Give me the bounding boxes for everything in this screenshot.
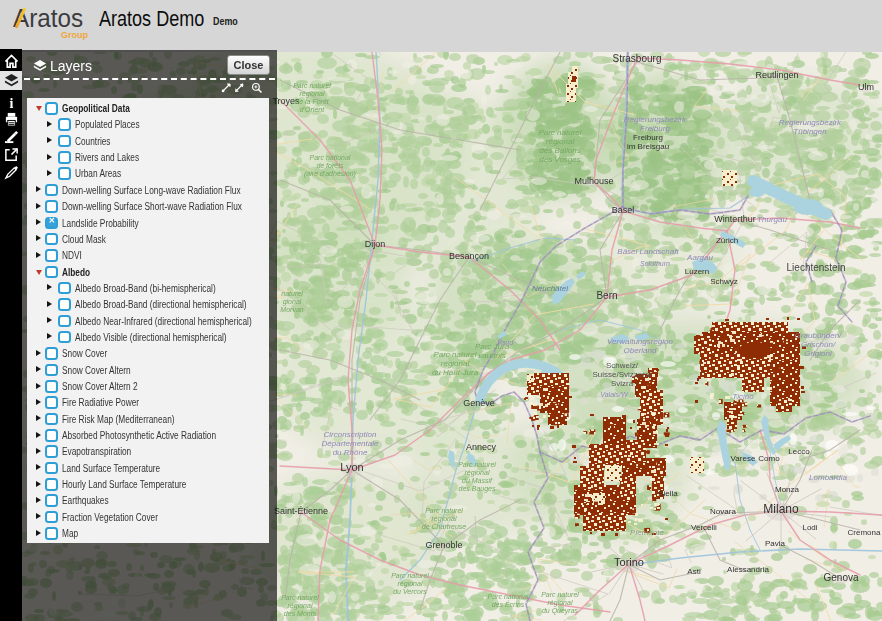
svg-text:Monza: Monza	[775, 485, 800, 494]
svg-text:du Vercors: du Vercors	[393, 588, 427, 595]
svg-text:Vercelli: Vercelli	[691, 523, 717, 532]
svg-text:im Breisgau: im Breisgau	[627, 142, 669, 151]
svg-text:Parc naturel: Parc naturel	[433, 350, 476, 359]
svg-text:Asti: Asti	[687, 567, 701, 576]
svg-text:Parc national: Parc national	[310, 154, 351, 161]
svg-text:Verwaltungsregion: Verwaltungsregion	[607, 337, 674, 346]
svg-text:Grenoble: Grenoble	[425, 540, 462, 550]
svg-text:Pavia: Pavia	[765, 539, 786, 548]
svg-text:Grischùn/: Grischùn/	[801, 340, 836, 349]
svg-text:Piemonte: Piemonte	[630, 528, 664, 537]
svg-text:Départementale: Départementale	[322, 439, 379, 448]
svg-text:Parc naturel: Parc naturel	[458, 461, 496, 468]
svg-text:régional: régional	[548, 599, 573, 607]
svg-text:Parc naturel: Parc naturel	[293, 82, 331, 89]
svg-text:vaudois: vaudois	[478, 351, 506, 360]
svg-text:Schwyz: Schwyz	[710, 277, 738, 286]
svg-text:Grigioni: Grigioni	[804, 349, 832, 358]
svg-text:d'Orient: d'Orient	[300, 106, 325, 113]
svg-text:Mulhouse: Mulhouse	[574, 176, 613, 186]
svg-text:des Ballons: des Ballons	[539, 146, 580, 155]
svg-text:Annecy: Annecy	[466, 442, 497, 452]
svg-text:Biella: Biella	[658, 489, 678, 498]
svg-text:du Queyras: du Queyras	[542, 607, 579, 615]
svg-text:Lombardia: Lombardia	[809, 473, 847, 482]
svg-text:Tübingen: Tübingen	[793, 127, 827, 136]
svg-text:Parc national: Parc national	[488, 593, 529, 600]
svg-text:Freiburg: Freiburg	[640, 124, 670, 133]
svg-text:Lyon: Lyon	[340, 461, 363, 473]
svg-text:Vaud: Vaud	[497, 339, 514, 346]
svg-text:régional: régional	[398, 580, 423, 588]
svg-text:des Écrins: des Écrins	[492, 600, 525, 608]
svg-text:naturel: naturel	[281, 290, 303, 297]
svg-text:régional: régional	[441, 359, 470, 368]
svg-text:Liechtenstein: Liechtenstein	[787, 262, 846, 273]
svg-text:(aire d'adhésion): (aire d'adhésion)	[304, 170, 356, 178]
svg-text:Bern: Bern	[596, 290, 617, 301]
svg-text:Ulm: Ulm	[858, 82, 874, 92]
svg-text:Bâsel Landschaft: Bâsel Landschaft	[617, 247, 679, 256]
svg-text:i: i	[9, 96, 13, 111]
svg-text:Lecco: Lecco	[788, 447, 810, 456]
svg-text:Valais/W: Valais/W	[600, 391, 629, 398]
svg-text:régional: régional	[300, 90, 325, 98]
svg-text:du Massif: du Massif	[462, 477, 493, 484]
svg-text:Ticino: Ticino	[732, 392, 754, 401]
svg-text:Milano: Milano	[763, 502, 799, 516]
svg-text:régional: régional	[288, 602, 313, 610]
svg-text:Como: Como	[758, 454, 780, 463]
svg-text:Regierungsbezirk: Regierungsbezirk	[624, 115, 687, 124]
svg-text:des Vosges: des Vosges	[539, 155, 581, 164]
svg-text:Parc naturel: Parc naturel	[391, 572, 429, 579]
svg-text:Morvan: Morvan	[280, 306, 303, 313]
svg-text:régional: régional	[432, 515, 457, 523]
svg-text:Aargau: Aargau	[686, 253, 713, 262]
svg-text:Oberland: Oberland	[624, 346, 657, 355]
svg-text:Lodi: Lodi	[802, 523, 817, 532]
svg-text:de forêts: de forêts	[316, 162, 344, 169]
svg-text:Freiburg: Freiburg	[633, 133, 663, 142]
svg-text:régional: régional	[546, 137, 575, 146]
svg-text:Parc naturel: Parc naturel	[538, 128, 581, 137]
svg-text:Saint-Étienne: Saint-Étienne	[274, 506, 328, 516]
svg-text:Varese: Varese	[731, 454, 756, 463]
svg-text:Parc naturel: Parc naturel	[281, 594, 319, 601]
svg-text:des Monts: des Monts	[284, 610, 317, 617]
svg-text:Circonscription: Circonscription	[324, 430, 377, 439]
svg-text:Suisse/Svizzera/: Suisse/Svizzera/	[592, 370, 652, 379]
svg-text:gional: gional	[283, 298, 302, 306]
svg-text:Torino: Torino	[614, 556, 644, 568]
svg-text:Besançon: Besançon	[449, 251, 489, 261]
svg-text:Genova: Genova	[823, 572, 858, 583]
svg-text:Winterthur: Winterthur	[714, 214, 756, 224]
svg-text:Regierungsbezirk: Regierungsbezirk	[779, 118, 842, 127]
svg-text:Parc naturel: Parc naturel	[425, 507, 463, 514]
svg-text:Neuchâtel: Neuchâtel	[532, 284, 568, 293]
svg-text:Basel: Basel	[612, 205, 635, 215]
svg-text:Reutlingen: Reutlingen	[755, 70, 798, 80]
svg-text:Strasbourg: Strasbourg	[613, 53, 662, 64]
svg-text:des Bauges: des Bauges	[459, 485, 496, 493]
svg-text:Novara: Novara	[710, 507, 736, 516]
svg-text:Solothurn: Solothurn	[640, 260, 670, 267]
svg-text:Parc naturel: Parc naturel	[541, 591, 579, 598]
svg-text:de Chartreuse: de Chartreuse	[422, 523, 466, 530]
svg-text:Alessandria: Alessandria	[727, 565, 769, 574]
svg-text:de la Forêt: de la Forêt	[295, 98, 330, 105]
svg-text:du Rhône: du Rhône	[333, 448, 368, 457]
svg-text:Thurgau: Thurgau	[757, 215, 787, 224]
svg-text:Genève: Genève	[463, 398, 495, 408]
svg-text:du Haut-Jura: du Haut-Jura	[432, 368, 479, 377]
svg-text:Graubünden/: Graubünden/	[795, 331, 842, 340]
svg-text:Dijon: Dijon	[365, 239, 386, 249]
svg-text:Schweiz/: Schweiz/	[606, 361, 639, 370]
svg-text:régional: régional	[465, 469, 490, 477]
svg-text:Cremona: Cremona	[848, 528, 881, 537]
svg-text:Zürich: Zürich	[716, 236, 738, 245]
svg-text:Luzern: Luzern	[685, 267, 709, 276]
svg-text:Svizra: Svizra	[611, 379, 634, 388]
